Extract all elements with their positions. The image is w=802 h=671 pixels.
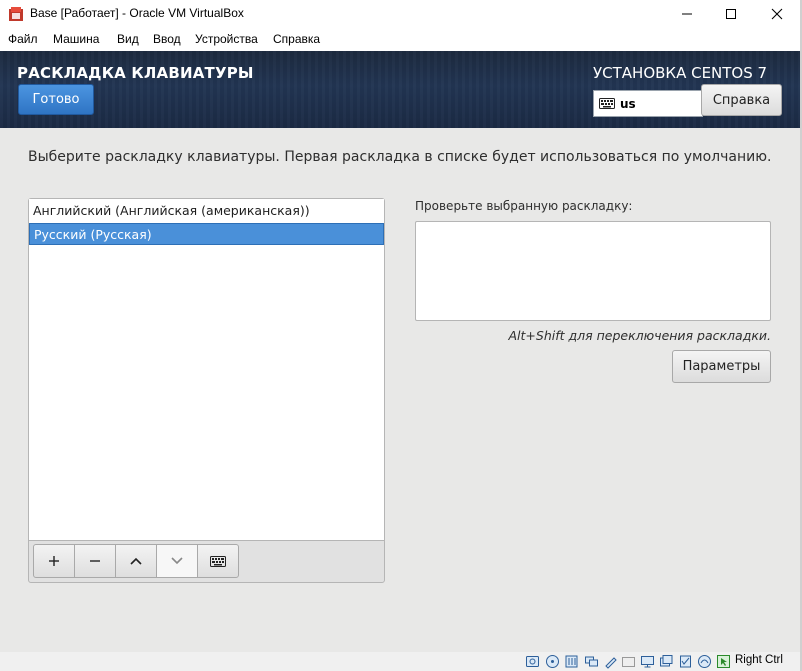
minimize-button[interactable] <box>664 0 710 28</box>
menu-file[interactable]: Файл <box>8 32 38 46</box>
vm-status-bar: Right Ctrl <box>0 652 802 671</box>
keyboard-layout-indicator[interactable]: us <box>593 90 703 117</box>
menu-devices[interactable]: Устройства <box>195 32 258 46</box>
product-title: УСТАНОВКА CENTOS 7 <box>593 64 768 82</box>
test-layout-input[interactable] <box>415 221 771 321</box>
shared-folders-icon[interactable] <box>621 654 636 669</box>
menu-view[interactable]: Вид <box>117 32 139 46</box>
layout-list[interactable]: Английский (Английская (американская)) Р… <box>29 199 384 541</box>
display-icon[interactable] <box>640 654 655 669</box>
preview-layout-button[interactable] <box>197 544 239 578</box>
done-button[interactable]: Готово <box>18 84 94 115</box>
keyboard-icon <box>210 555 226 567</box>
usb-icon[interactable] <box>603 654 618 669</box>
move-up-button[interactable] <box>115 544 157 578</box>
options-button[interactable]: Параметры <box>672 350 771 383</box>
minimize-icon <box>682 13 692 15</box>
list-item[interactable]: Английский (Английская (американская)) <box>29 200 384 222</box>
layout-list-panel: Английский (Английская (американская)) Р… <box>28 198 385 583</box>
menu-bar: Файл Машина Вид Ввод Устройства Справка <box>0 28 802 50</box>
maximize-button[interactable] <box>708 0 754 28</box>
remove-icon <box>90 560 100 562</box>
audio-icon[interactable] <box>564 654 579 669</box>
guest-additions-icon[interactable] <box>697 654 712 669</box>
page-title: РАСКЛАДКА КЛАВИАТУРЫ <box>17 64 254 82</box>
optical-drive-icon[interactable] <box>545 654 560 669</box>
close-icon <box>771 8 783 20</box>
network-icon[interactable] <box>584 654 599 669</box>
help-button[interactable]: Справка <box>701 84 782 116</box>
move-down-icon <box>171 557 183 565</box>
virtualbox-icon <box>9 7 23 21</box>
close-button[interactable] <box>754 0 800 28</box>
host-key-label: Right Ctrl <box>735 654 783 666</box>
window-title-bar: Base [Работает] - Oracle VM VirtualBox <box>0 0 802 28</box>
remove-layout-button[interactable] <box>74 544 116 578</box>
menu-help[interactable]: Справка <box>273 32 320 46</box>
test-layout-label: Проверьте выбранную раскладку: <box>415 199 633 213</box>
menu-input[interactable]: Ввод <box>153 32 181 46</box>
add-layout-button[interactable] <box>33 544 75 578</box>
maximize-icon <box>726 9 736 19</box>
move-down-button[interactable] <box>156 544 198 578</box>
installer-header: РАСКЛАДКА КЛАВИАТУРЫ Готово УСТАНОВКА CE… <box>0 51 802 128</box>
move-up-icon <box>130 557 142 565</box>
window-title: Base [Работает] - Oracle VM VirtualBox <box>30 6 244 20</box>
keyboard-icon <box>599 98 615 109</box>
keyboard-indicator-text: us <box>620 96 636 111</box>
keyboard-layout-spoke: Выберите раскладку клавиатуры. Первая ра… <box>0 128 802 652</box>
cpu-icon[interactable] <box>678 654 693 669</box>
video-capture-icon[interactable] <box>659 654 674 669</box>
list-item-selected[interactable]: Русский (Русская) <box>29 223 384 245</box>
layout-switch-hint: Alt+Shift для переключения раскладки. <box>508 328 772 343</box>
add-icon <box>49 556 59 566</box>
menu-machine[interactable]: Машина <box>53 32 99 46</box>
instruction-text: Выберите раскладку клавиатуры. Первая ра… <box>28 149 772 165</box>
hard-disk-icon[interactable] <box>525 654 540 669</box>
mouse-integration-icon[interactable] <box>716 654 731 669</box>
layout-toolbar <box>33 544 239 578</box>
